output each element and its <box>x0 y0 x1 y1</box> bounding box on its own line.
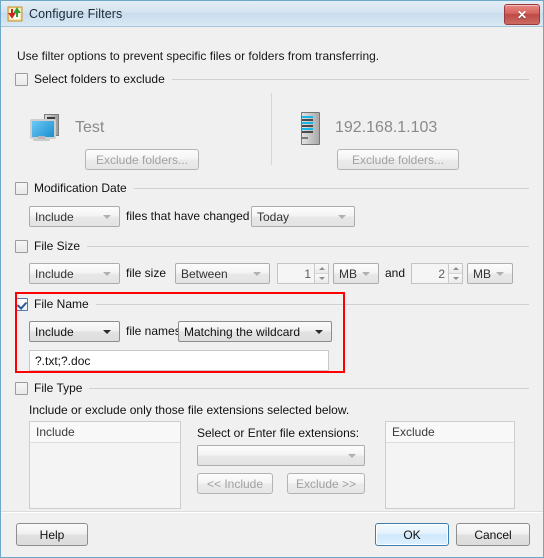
file-size-and-label: and <box>385 266 406 280</box>
file-extension-select[interactable] <box>197 445 365 466</box>
checkbox-file-size[interactable] <box>15 239 28 253</box>
file-name-mode-select[interactable]: Include <box>29 321 120 342</box>
checkbox-modification-date[interactable] <box>15 181 28 195</box>
label-select-folders: Select folders to exclude <box>34 72 165 86</box>
chevron-down-icon <box>103 214 111 219</box>
divider-file-type <box>89 387 529 389</box>
modification-date-mode-select[interactable]: Include <box>29 206 120 227</box>
chevron-down-icon <box>103 329 111 334</box>
include-list-header: Include <box>30 422 180 443</box>
exclude-list-header: Exclude <box>386 422 514 443</box>
file-size-min-unit-value: MB <box>339 266 357 281</box>
computer-icon <box>29 113 63 143</box>
group-header-file-name: File Name <box>15 297 529 311</box>
modification-date-when-select[interactable]: Today <box>251 206 355 227</box>
chevron-down-icon <box>253 271 261 276</box>
intro-text: Use filter options to prevent specific f… <box>17 49 380 63</box>
stepper-down-icon <box>449 274 462 283</box>
help-button[interactable]: Help <box>16 523 88 546</box>
modification-date-middle-label: files that have changed <box>126 209 250 223</box>
server-icon <box>299 112 321 145</box>
chevron-down-icon <box>338 214 346 219</box>
file-type-include-list[interactable]: Include <box>29 421 181 509</box>
divider-file-size <box>87 245 529 247</box>
file-size-comparison-select[interactable]: Between <box>175 263 270 284</box>
stepper-down-icon <box>315 274 328 283</box>
file-size-max-unit-value: MB <box>473 266 491 281</box>
checkbox-file-type[interactable] <box>15 381 28 395</box>
file-size-min-value: 1 <box>304 266 311 281</box>
dialog-content: Use filter options to prevent specific f… <box>1 27 543 526</box>
group-header-modification-date: Modification Date <box>15 181 529 195</box>
remote-machine-name: 192.168.1.103 <box>335 119 438 136</box>
checkbox-select-folders[interactable] <box>15 72 28 86</box>
chevron-down-icon <box>103 271 111 276</box>
local-machine-name: Test <box>75 119 105 136</box>
label-file-name: File Name <box>34 297 89 311</box>
close-button[interactable]: ✕ <box>504 4 540 25</box>
ok-button[interactable]: OK <box>375 523 449 546</box>
file-type-exclude-list[interactable]: Exclude <box>385 421 515 509</box>
filter-transfer-icon <box>7 6 23 22</box>
exclude-extension-button[interactable]: Exclude >> <box>287 473 365 494</box>
stepper-up-icon <box>315 264 328 274</box>
title-bar: Configure Filters ✕ <box>1 1 543 27</box>
checkbox-file-name[interactable] <box>15 297 28 311</box>
divider-file-name <box>95 303 529 305</box>
window-title: Configure Filters <box>29 6 123 21</box>
file-name-match-select[interactable]: Matching the wildcard <box>178 321 332 342</box>
file-type-select-label: Select or Enter file extensions: <box>197 426 360 440</box>
chevron-down-icon <box>348 453 356 458</box>
file-size-comparison-value: Between <box>181 266 228 281</box>
vertical-divider <box>271 93 272 165</box>
file-name-pattern-input[interactable]: ?.txt;?.doc <box>29 350 329 371</box>
divider-modification-date <box>133 187 529 189</box>
file-size-middle-label: file size <box>126 266 167 280</box>
stepper-buttons[interactable] <box>314 264 328 283</box>
group-header-folders: Select folders to exclude <box>15 72 529 86</box>
close-icon: ✕ <box>516 7 528 22</box>
file-name-middle-label: file names <box>126 324 181 338</box>
file-size-mode-value: Include <box>35 266 74 281</box>
stepper-buttons[interactable] <box>448 264 462 283</box>
file-size-mode-select[interactable]: Include <box>29 263 120 284</box>
chevron-down-icon <box>315 329 323 334</box>
file-size-max-stepper[interactable]: 2 <box>411 263 463 284</box>
file-size-min-stepper[interactable]: 1 <box>277 263 329 284</box>
exclude-folders-local-button[interactable]: Exclude folders... <box>85 149 199 170</box>
file-size-max-unit-select[interactable]: MB <box>467 263 513 284</box>
file-size-min-unit-select[interactable]: MB <box>333 263 379 284</box>
file-type-description: Include or exclude only those file exten… <box>29 403 350 417</box>
include-extension-button[interactable]: << Include <box>197 473 273 494</box>
file-name-mode-value: Include <box>35 324 74 339</box>
divider-folders <box>171 78 529 80</box>
exclude-folders-remote-button[interactable]: Exclude folders... <box>337 149 459 170</box>
chevron-down-icon <box>362 271 370 276</box>
modification-date-when-value: Today <box>257 209 290 224</box>
label-modification-date: Modification Date <box>34 181 127 195</box>
local-machine-block: Test <box>29 113 104 143</box>
group-header-file-size: File Size <box>15 239 529 253</box>
dialog-footer: Help OK Cancel <box>1 511 543 557</box>
remote-machine-block: 192.168.1.103 <box>299 112 438 145</box>
label-file-type: File Type <box>34 381 83 395</box>
stepper-up-icon <box>449 264 462 274</box>
group-header-file-type: File Type <box>15 381 529 395</box>
configure-filters-dialog: Configure Filters ✕ Use filter options t… <box>0 0 544 558</box>
chevron-down-icon <box>496 271 504 276</box>
file-size-max-value: 2 <box>438 266 445 281</box>
file-name-pattern-value: ?.txt;?.doc <box>35 353 91 368</box>
file-name-match-value: Matching the wildcard <box>184 324 301 339</box>
modification-date-mode-value: Include <box>35 209 74 224</box>
label-file-size: File Size <box>34 239 81 253</box>
cancel-button[interactable]: Cancel <box>456 523 530 546</box>
